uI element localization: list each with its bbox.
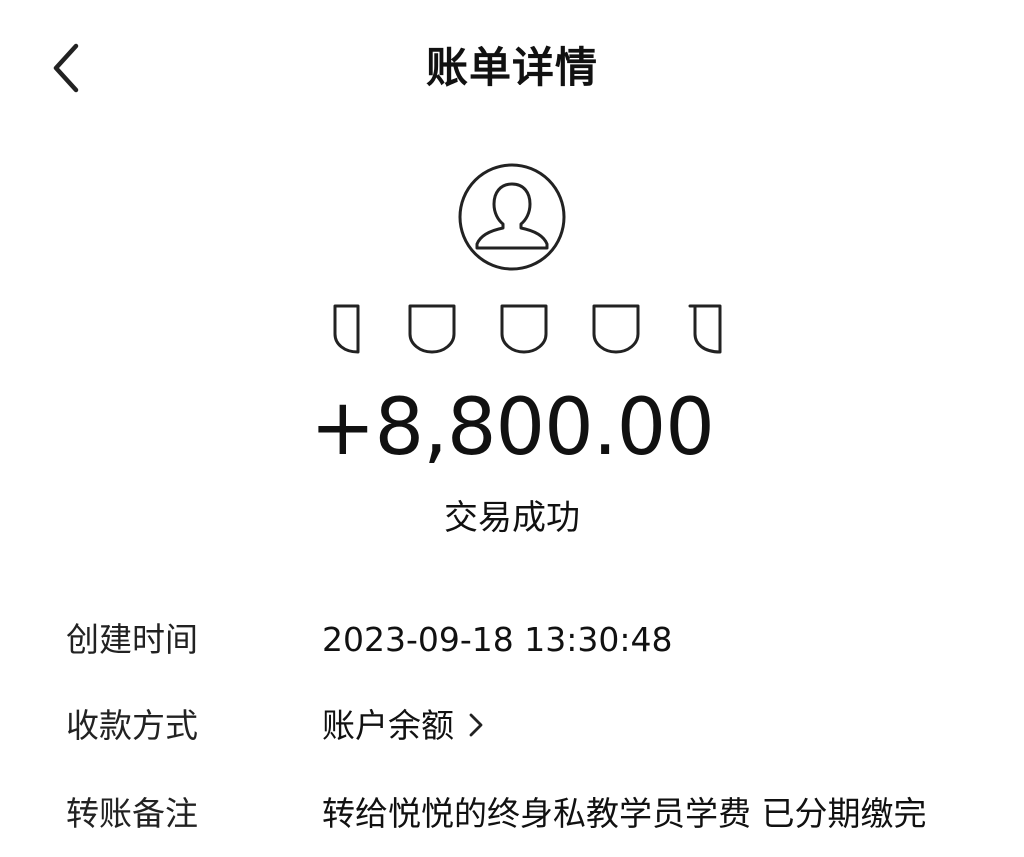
page-title: 账单详情: [425, 43, 598, 92]
transfer-note-value: 转给悦悦的终身私教学员学费 已分期缴完: [322, 794, 927, 833]
payment-method-value: 账户余额: [322, 706, 454, 745]
transaction-status: 交易成功: [444, 498, 580, 538]
created-time-value: 2023-09-18 13:30:48: [322, 620, 673, 659]
masked-counterparty-name: [330, 300, 730, 360]
detail-row-created-time: 创建时间 2023-09-18 13:30:48: [0, 612, 1024, 668]
payment-method-label: 收款方式: [66, 706, 198, 745]
payment-method-link[interactable]: 账户余额: [322, 698, 486, 754]
masked-name-placeholder-icon: [333, 304, 722, 354]
created-time-label: 创建时间: [66, 620, 198, 659]
user-avatar-icon: [458, 163, 566, 271]
transfer-note-label: 转账备注: [66, 794, 198, 833]
detail-row-transfer-note: 转账备注 转给悦悦的终身私教学员学费 已分期缴完: [0, 786, 1024, 842]
detail-row-payment-method: 收款方式 账户余额: [0, 698, 1024, 754]
chevron-right-icon: [469, 713, 483, 736]
avatar: [457, 162, 567, 272]
transaction-amount: +8,800.00: [310, 383, 715, 473]
header-bar: 账单详情: [0, 0, 1024, 140]
